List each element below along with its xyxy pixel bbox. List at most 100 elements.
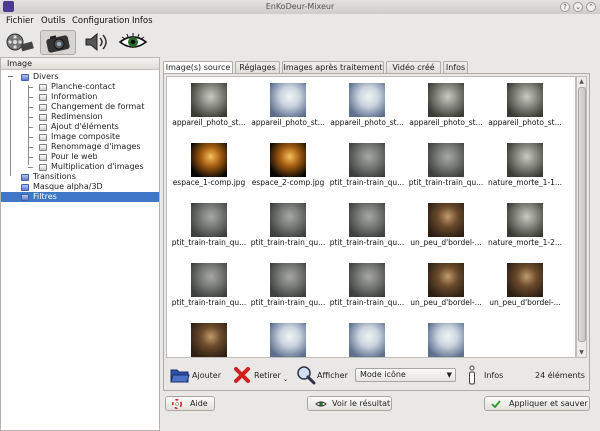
add-button[interactable]: Ajouter (170, 363, 226, 387)
tree-item[interactable]: Planche-contact (1, 82, 159, 92)
tree-item[interactable]: Multiplication d'images (1, 162, 159, 172)
preview-result-label: Voir le résultat (332, 399, 391, 408)
image-thumbnail-item[interactable]: espace_1-comp.jpg (169, 139, 249, 197)
tree-item-label: Ajout d'éléments (51, 122, 119, 131)
menu-outils[interactable]: Outils (41, 16, 66, 26)
image-thumbnail-item[interactable]: nature_morte_1-1... (485, 139, 565, 197)
menu-configuration[interactable]: Configuration (72, 16, 130, 26)
tree-item[interactable]: Ajout d'éléments (1, 122, 159, 132)
image-thumbnail-item[interactable]: ptit_train-train_qu... (327, 199, 407, 257)
image-thumbnail-item[interactable]: espace_2-comp.jpg (248, 139, 328, 197)
tree-item-label: Masque alpha/3D (33, 182, 103, 191)
eye-icon[interactable] (116, 30, 152, 55)
folder-icon (39, 114, 47, 121)
show-button[interactable]: Afficher (296, 363, 350, 387)
thumbnail-image (270, 263, 306, 297)
image-thumbnail-item[interactable]: ptit_train-train_qu... (327, 259, 407, 317)
menu-fichier[interactable]: Fichier (6, 16, 34, 26)
audio-icon[interactable] (78, 30, 114, 55)
tab-3[interactable]: Vidéo créé (386, 61, 441, 73)
image-thumbnail-item[interactable]: ptit_train-train_qu... (406, 139, 486, 197)
thumbnail-image (428, 263, 464, 297)
image-thumbnail-item[interactable]: un_peu_d'bordel-... (406, 259, 486, 317)
infos-button[interactable]: Infos (466, 363, 506, 387)
tree-item[interactable]: Redimension (1, 112, 159, 122)
tree-item-label: Image composite (51, 132, 121, 141)
tree-item-label: Transitions (33, 172, 76, 181)
image-thumbnail-item[interactable] (169, 319, 249, 357)
image-thumbnail-item[interactable]: appareil_photo_st... (248, 79, 328, 137)
tree-item[interactable]: Changement de format (1, 102, 159, 112)
tree-connector (28, 137, 33, 138)
image-thumbnail-item[interactable]: ptit_train-train_qu... (327, 139, 407, 197)
checkmark-icon (491, 400, 501, 408)
tree-item[interactable]: Transitions (1, 172, 159, 182)
thumbnail-image (191, 263, 227, 297)
help-label: Aide (190, 399, 208, 408)
menu-bar: Fichier Outils Configuration Infos (0, 14, 600, 28)
thumbnail-caption: appareil_photo_st... (409, 118, 483, 127)
image-thumbnail-item[interactable] (406, 319, 486, 357)
view-mode-value: Mode icône (360, 370, 406, 379)
scroll-handle[interactable] (578, 87, 586, 342)
thumbnail-image (507, 203, 543, 237)
remove-button[interactable]: Retirer ⌄ (233, 363, 291, 387)
preview-result-button[interactable]: Voir le résultat (307, 396, 392, 411)
help-button[interactable]: Aide (165, 396, 215, 411)
tree-header: Image (1, 58, 159, 70)
scroll-down-arrow[interactable]: ▼ (577, 348, 586, 357)
image-thumbnail-item[interactable]: appareil_photo_st... (327, 79, 407, 137)
tree-connector (28, 157, 33, 158)
tree-item[interactable]: Masque alpha/3D (1, 182, 159, 192)
tab-4[interactable]: Infos (443, 61, 468, 73)
image-thumbnail-item[interactable]: ptit_train-train_qu... (169, 199, 249, 257)
red-x-icon (234, 367, 250, 383)
image-thumbnail-item[interactable]: appareil_photo_st... (406, 79, 486, 137)
add-label: Ajouter (192, 371, 222, 380)
maximize-button[interactable]: ⌃ (586, 2, 596, 12)
category-tree: Image − Divers Planche-contact Information C… (0, 57, 160, 431)
tree-connector (28, 117, 33, 118)
camera-icon[interactable] (40, 30, 76, 55)
image-thumbnail-item[interactable]: un_peu_d'bordel-... (485, 259, 565, 317)
folder-icon (21, 74, 29, 81)
dropdown-arrow-icon[interactable]: ⌄ (283, 376, 288, 383)
view-mode-select[interactable]: Mode icône ▼ (355, 368, 456, 382)
tree-item[interactable]: Image composite (1, 132, 159, 142)
image-thumbnail-item[interactable]: appareil_photo_st... (169, 79, 249, 137)
image-thumbnail-item[interactable]: ptit_train-train_qu... (248, 199, 328, 257)
image-thumbnail-item[interactable]: nature_morte_1-2... (485, 199, 565, 257)
image-thumbnail-item[interactable] (248, 319, 328, 357)
image-grid[interactable]: appareil_photo_st... appareil_photo_st...… (166, 76, 576, 358)
grid-scrollbar[interactable]: ▲ ▼ (576, 76, 587, 358)
tree-connector (28, 147, 33, 148)
thumbnail-image (270, 143, 306, 177)
apply-save-button[interactable]: Appliquer et sauver (484, 396, 590, 411)
thumbnail-caption: espace_1-comp.jpg (172, 178, 246, 187)
image-thumbnail-item[interactable] (327, 319, 407, 357)
folder-icon (39, 104, 47, 111)
thumbnail-caption: ptit_train-train_qu... (329, 298, 405, 307)
help-window-button[interactable]: ? (560, 2, 570, 12)
tree-item[interactable]: Information (1, 92, 159, 102)
tree-item-label: Divers (33, 72, 59, 81)
tree-item[interactable]: Pour le web (1, 152, 159, 162)
tree-item[interactable]: Filtres (1, 192, 159, 202)
image-thumbnail-item[interactable]: appareil_photo_st... (485, 79, 565, 137)
image-thumbnail-item[interactable]: ptit_train-train_qu... (169, 259, 249, 317)
image-thumbnail-item[interactable]: un_peu_d'bordel-... (406, 199, 486, 257)
film-reel-icon[interactable] (3, 30, 39, 55)
image-thumbnail-item[interactable]: ptit_train-train_qu... (248, 259, 328, 317)
tab-1[interactable]: Réglages (235, 61, 280, 73)
tab-2[interactable]: Images après traitement (282, 61, 384, 73)
thumbnail-image (349, 323, 385, 357)
thumbnail-image (270, 323, 306, 357)
scroll-up-arrow[interactable]: ▲ (577, 77, 586, 86)
minimize-button[interactable]: ⌄ (573, 2, 583, 12)
tree-item[interactable]: − Divers (1, 72, 159, 82)
title-bar[interactable]: EnKoDeur-Mixeur ? ⌄ ⌃ (0, 0, 600, 15)
thumbnail-image (191, 323, 227, 357)
tree-item[interactable]: Renommage d'images (1, 142, 159, 152)
collapse-toggle-icon[interactable]: − (7, 72, 14, 82)
menu-infos[interactable]: Infos (132, 16, 153, 26)
